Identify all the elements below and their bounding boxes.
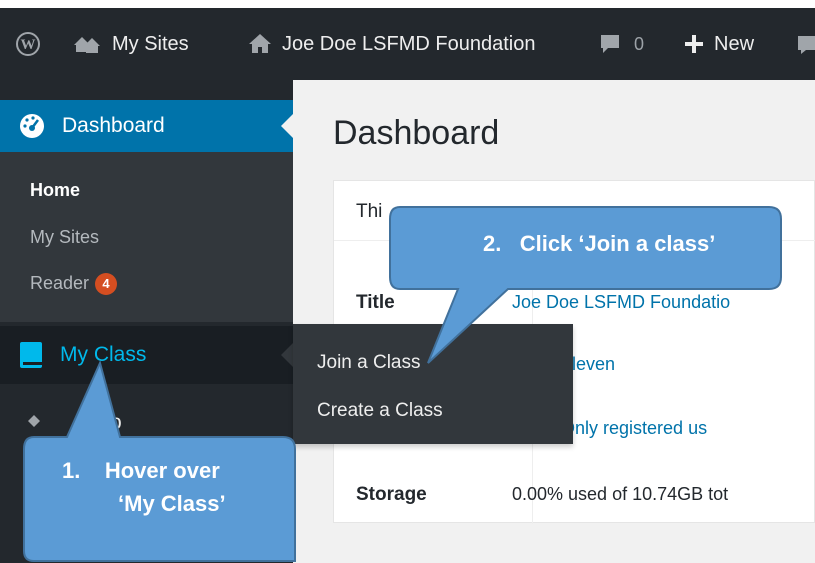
my-sites-menu[interactable]: My Sites bbox=[72, 8, 189, 80]
current-menu-arrow bbox=[281, 114, 293, 138]
table-row: Storage 0.00% used of 10.74GB tot bbox=[334, 471, 815, 519]
site-name-label: Joe Doe LSFMD Foundation bbox=[282, 32, 536, 55]
wordpress-logo-button[interactable]: W bbox=[16, 8, 50, 80]
new-content-menu[interactable]: New bbox=[684, 8, 754, 80]
wordpress-logo-icon: W bbox=[16, 32, 40, 56]
row-label: Storage bbox=[356, 484, 427, 505]
dashboard-gauge-icon bbox=[18, 112, 46, 140]
step-1-number: 1. bbox=[62, 458, 81, 483]
partial-menu-icon[interactable] bbox=[796, 8, 815, 80]
submenu-home[interactable]: Home bbox=[30, 180, 80, 201]
page-title: Dashboard bbox=[333, 114, 500, 152]
reader-count-badge: 4 bbox=[95, 273, 118, 296]
submenu-reader[interactable]: Reader 4 bbox=[30, 273, 118, 296]
home-icon bbox=[248, 32, 272, 56]
svg-text:W: W bbox=[21, 37, 36, 53]
comments-menu[interactable]: 0 bbox=[598, 8, 644, 80]
site-name-menu[interactable]: Joe Doe LSFMD Foundation bbox=[248, 8, 535, 80]
reader-label: Reader bbox=[30, 273, 90, 293]
callout-step-2-text: 2. Click ‘Join a class’ bbox=[483, 229, 763, 259]
comments-count: 0 bbox=[634, 33, 645, 54]
dashboard-label: Dashboard bbox=[62, 114, 165, 137]
panel-header-text: Thi bbox=[356, 201, 383, 222]
submenu-my-sites[interactable]: My Sites bbox=[30, 227, 99, 248]
dashboard-submenu: Home My Sites Reader 4 bbox=[0, 152, 293, 322]
my-sites-label: My Sites bbox=[112, 32, 189, 55]
callout-step-1: 1. Hover over ‘My Class’ bbox=[22, 361, 297, 563]
step-2-label: Click ‘Join a class’ bbox=[519, 231, 716, 256]
callout-step-1-line-2: ‘My Class’ bbox=[118, 491, 226, 516]
callout-step-1-line-1: 1. Hover over bbox=[62, 456, 282, 486]
my-sites-icon bbox=[72, 32, 102, 56]
sidebar-item-dashboard[interactable]: Dashboard bbox=[0, 100, 293, 152]
create-a-class-item[interactable]: Create a Class bbox=[317, 400, 443, 422]
step-2-number: 2. bbox=[483, 231, 502, 256]
step-1-label: Hover over bbox=[104, 458, 220, 483]
plus-icon bbox=[684, 34, 704, 54]
comment-bubble-icon bbox=[598, 32, 622, 56]
storage-value: 0.00% used of 10.74GB tot bbox=[512, 484, 729, 504]
new-label: New bbox=[714, 32, 755, 55]
admin-bar-strip: W My Sites Joe Doe LSFMD Foundation 0 Ne… bbox=[0, 8, 815, 80]
callout-step-2: 2. Click ‘Join a class’ bbox=[388, 205, 783, 367]
